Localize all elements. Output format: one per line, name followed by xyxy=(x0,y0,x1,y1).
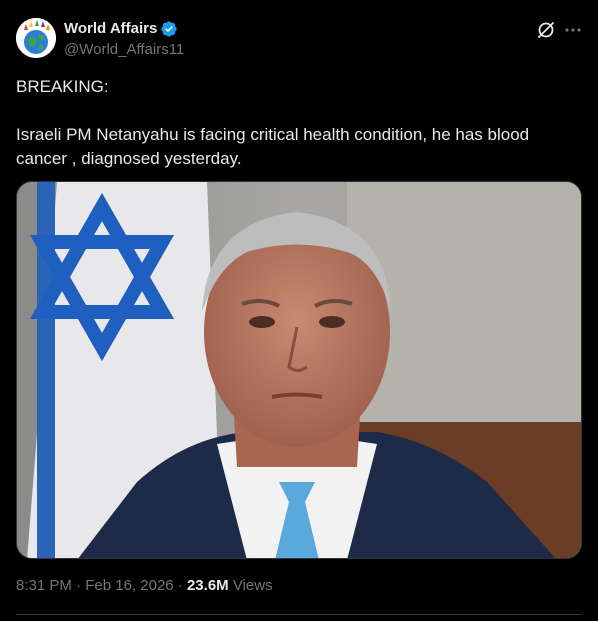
verified-badge-icon xyxy=(161,21,178,37)
more-icon xyxy=(565,28,581,32)
handle[interactable]: @World_Affairs11 xyxy=(64,40,184,60)
tweet: World Affairs @World_Affairs11 BREAKING:… xyxy=(0,0,598,621)
more-button[interactable] xyxy=(562,19,584,41)
divider xyxy=(16,614,582,615)
author-block: World Affairs @World_Affairs11 xyxy=(64,19,184,60)
tweet-text: BREAKING: Israeli PM Netanyahu is facing… xyxy=(16,77,530,168)
grok-button[interactable] xyxy=(535,19,557,41)
grok-icon xyxy=(538,22,554,38)
tweet-photo[interactable] xyxy=(16,181,582,559)
avatar[interactable] xyxy=(16,18,56,58)
meta-separator: · xyxy=(177,577,183,594)
views-label: Views xyxy=(232,577,273,594)
meta-separator: · xyxy=(76,577,82,594)
display-name[interactable]: World Affairs xyxy=(64,19,157,39)
globe-hands-icon xyxy=(16,18,56,58)
tweet-date[interactable]: Feb 16, 2026 xyxy=(85,577,173,594)
photo-image xyxy=(17,182,581,558)
tweet-time[interactable]: 8:31 PM xyxy=(16,577,72,594)
views-count: 23.6M xyxy=(186,577,229,594)
name-row: World Affairs xyxy=(64,19,184,39)
tweet-meta: 8:31 PM · Feb 16, 2026 · 23.6M Views xyxy=(16,576,273,596)
